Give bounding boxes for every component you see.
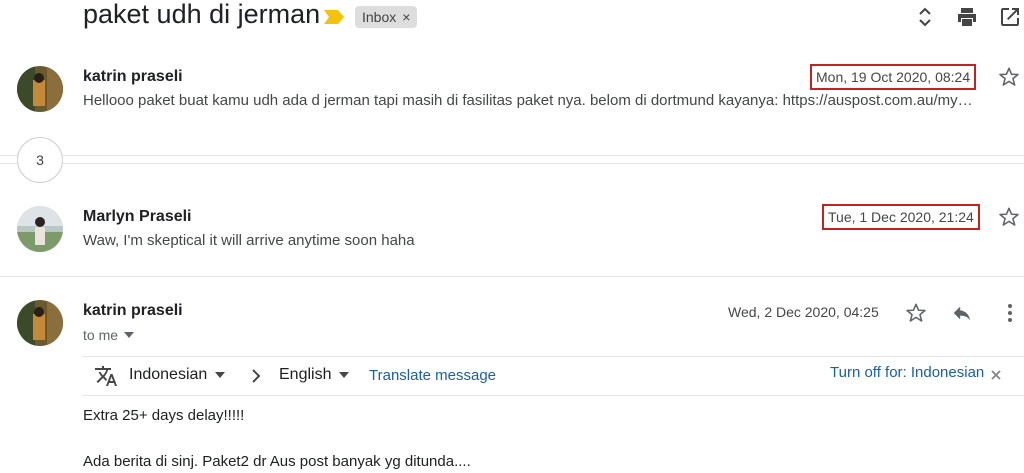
thread-subject: paket udh di jerman bbox=[83, 0, 321, 29]
caret-down-icon bbox=[215, 372, 226, 378]
open-in-new-icon[interactable] bbox=[998, 5, 1022, 29]
star-outline-icon[interactable] bbox=[998, 206, 1020, 228]
translate-bar-top-divider bbox=[83, 356, 1024, 357]
target-language-label: English bbox=[279, 366, 332, 383]
turn-off-translation-link[interactable]: Turn off for: Indonesian bbox=[830, 364, 984, 381]
star-outline-icon[interactable] bbox=[998, 66, 1020, 88]
avatar bbox=[17, 206, 63, 252]
source-language-select[interactable]: Indonesian bbox=[129, 366, 226, 384]
message-snippet[interactable]: Waw, I'm skeptical it will arrive anytim… bbox=[83, 232, 783, 249]
target-language-select[interactable]: English bbox=[279, 366, 350, 384]
reply-icon[interactable] bbox=[950, 302, 974, 324]
message-divider bbox=[0, 276, 1024, 277]
collapsed-divider-top bbox=[0, 155, 1024, 156]
source-language-label: Indonesian bbox=[129, 366, 208, 383]
unfold-icon[interactable] bbox=[913, 5, 937, 29]
caret-down-icon bbox=[339, 372, 350, 378]
avatar bbox=[17, 300, 63, 346]
label-important-icon[interactable] bbox=[324, 10, 344, 24]
collapsed-divider-bottom bbox=[0, 163, 1024, 164]
avatar bbox=[17, 66, 63, 112]
message-body-line: Ada berita di sinj. Paket2 dr Aus post b… bbox=[83, 453, 471, 470]
label-chip-inbox: Inbox × bbox=[355, 6, 418, 28]
message-date: Mon, 19 Oct 2020, 08:24 bbox=[810, 64, 977, 90]
remove-label-icon[interactable]: × bbox=[402, 9, 410, 25]
message-date: Tue, 1 Dec 2020, 21:24 bbox=[822, 204, 980, 230]
message-body-line: Extra 25+ days delay!!!!! bbox=[83, 407, 245, 424]
translate-message-link[interactable]: Translate message bbox=[369, 367, 496, 384]
recipient-details[interactable]: to me bbox=[83, 327, 135, 343]
message-sender[interactable]: Marlyn Praseli bbox=[83, 208, 192, 226]
translate-icon bbox=[95, 366, 117, 386]
message-sender[interactable]: katrin praseli bbox=[83, 68, 183, 86]
caret-down-icon[interactable] bbox=[124, 332, 135, 338]
recipient-label: to me bbox=[83, 327, 119, 343]
message-sender[interactable]: katrin praseli bbox=[83, 302, 183, 320]
star-outline-icon[interactable] bbox=[905, 302, 927, 324]
print-icon[interactable] bbox=[955, 5, 979, 29]
translate-bar-bottom-divider bbox=[83, 395, 1024, 396]
more-vert-icon[interactable] bbox=[1000, 302, 1020, 324]
chevron-right-icon bbox=[252, 369, 261, 383]
message-snippet[interactable]: Hellooo paket buat kamu udh ada d jerman… bbox=[83, 92, 1018, 109]
close-icon[interactable] bbox=[991, 370, 1001, 380]
label-chip-text: Inbox bbox=[362, 9, 397, 25]
collapsed-messages-count[interactable]: 3 bbox=[17, 137, 63, 183]
message-date: Wed, 2 Dec 2020, 04:25 bbox=[728, 304, 879, 320]
